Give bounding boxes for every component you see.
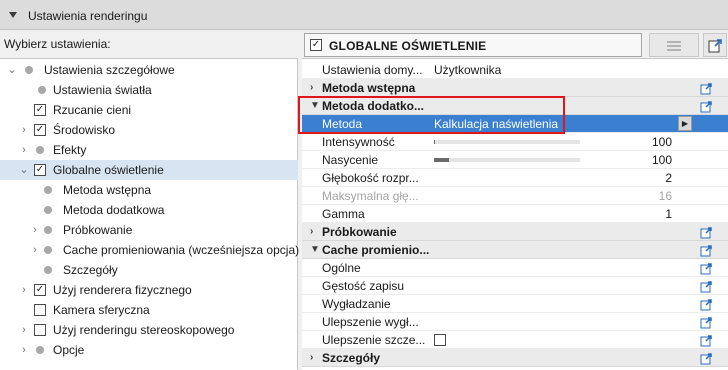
prop-row-saturation[interactable]: Nasycenie 100: [302, 151, 728, 169]
tree-item-irradiance-cache[interactable]: › Cache promieniowania (wcześniejsza opc…: [0, 240, 299, 260]
global-illumination-checkbox[interactable]: ✓: [34, 164, 46, 176]
preset-selector[interactable]: ✓ GLOBALNE OŚWIETLENIE: [304, 33, 642, 57]
physical-renderer-checkbox[interactable]: ✓: [34, 284, 46, 296]
prop-row-default-settings[interactable]: Ustawienia domy... Użytkownika: [302, 61, 728, 79]
method-value[interactable]: Kalkulacja naświetlenia: [434, 115, 558, 133]
tree-item-shadows[interactable]: ✓ Rzucanie cieni: [0, 100, 298, 120]
expand-arrow-icon[interactable]: ›: [19, 140, 29, 160]
preset-title: GLOBALNE OŚWIETLENIE: [329, 39, 487, 53]
prop-row-record-density[interactable]: Gęstość zapisu: [302, 277, 728, 295]
rendering-settings-header[interactable]: Ustawienia renderingu: [0, 0, 728, 30]
shadows-checkbox[interactable]: ✓: [34, 104, 46, 116]
spherical-camera-checkbox[interactable]: [34, 304, 46, 316]
environment-checkbox[interactable]: ✓: [34, 124, 46, 136]
section-secondary-method[interactable]: ▼ Metoda dodatko...: [302, 97, 728, 115]
export-icon: [708, 39, 722, 53]
bullet-icon: [36, 346, 44, 354]
bullet-icon: [44, 206, 52, 214]
bullet-icon: [44, 246, 52, 254]
chevron-right-icon[interactable]: ▶: [678, 116, 692, 131]
tree-item-options[interactable]: › Opcje: [0, 340, 298, 360]
bullet-icon: [44, 226, 52, 234]
tree-item-detailed-settings[interactable]: ⌄ Ustawienia szczegółowe: [0, 60, 298, 80]
section-sampling[interactable]: › Próbkowanie: [302, 223, 728, 241]
prop-row-max-depth: Maksymalna głę... 16: [302, 187, 728, 205]
tree-item-secondary-method[interactable]: Metoda dodatkowa: [0, 200, 298, 220]
header-title: Ustawienia renderingu: [28, 9, 148, 23]
bullet-icon: [44, 186, 52, 194]
bullet-icon: [44, 266, 52, 274]
preset-checkbox[interactable]: ✓: [310, 39, 322, 51]
export-settings-button[interactable]: [703, 33, 727, 57]
tree-item-environment[interactable]: › ✓ Środowisko: [0, 120, 298, 140]
expand-arrow-icon[interactable]: ›: [310, 349, 320, 367]
export-preset-icon[interactable]: [698, 314, 714, 330]
bullet-icon: [36, 146, 44, 154]
export-preset-icon[interactable]: [698, 296, 714, 312]
export-preset-icon[interactable]: [698, 80, 714, 96]
expand-arrow-icon[interactable]: ›: [310, 79, 320, 97]
list-view-button[interactable]: [649, 33, 699, 57]
detail-enhance-checkbox[interactable]: [434, 334, 446, 346]
prop-row-diffuse-depth[interactable]: Głębokość rozpr... 2: [302, 169, 728, 187]
settings-tree: ⌄ Ustawienia szczegółowe Ustawienia świa…: [0, 58, 299, 370]
section-irradiance-cache[interactable]: ▼ Cache promienio...: [302, 241, 728, 259]
prop-row-detail-enhance[interactable]: Ulepszenie szcze...: [302, 331, 728, 349]
export-preset-icon[interactable]: [698, 242, 714, 258]
tree-item-global-illumination[interactable]: ⌄ ✓ Globalne oświetlenie: [0, 160, 298, 180]
export-preset-icon[interactable]: [698, 350, 714, 366]
section-primary-method[interactable]: › Metoda wstępna: [302, 79, 728, 97]
tree-item-primary-method[interactable]: Metoda wstępna: [0, 180, 298, 200]
prop-row-gamma[interactable]: Gamma 1: [302, 205, 728, 223]
stereoscopic-checkbox[interactable]: [34, 324, 46, 336]
tree-item-details[interactable]: Szczegóły: [0, 260, 298, 280]
prop-row-method[interactable]: Metoda Kalkulacja naświetlenia ▶: [302, 115, 728, 133]
tree-item-light-settings[interactable]: Ustawienia światła: [0, 80, 298, 100]
expand-arrow-icon[interactable]: ›: [19, 280, 29, 300]
section-details[interactable]: › Szczegóły: [302, 349, 728, 367]
export-preset-icon[interactable]: [698, 278, 714, 294]
expand-arrow-icon[interactable]: ⌄: [19, 160, 29, 180]
tree-item-physical-renderer[interactable]: › ✓ Użyj renderera fizycznego: [0, 280, 298, 300]
prop-row-intensity[interactable]: Intensywność 100: [302, 133, 728, 151]
export-preset-icon[interactable]: [698, 224, 714, 240]
tree-item-sampling[interactable]: › Próbkowanie: [0, 220, 298, 240]
tree-item-effects[interactable]: › Efekty: [0, 140, 298, 160]
expand-arrow-icon[interactable]: ›: [19, 320, 29, 340]
tree-item-stereoscopic[interactable]: › Użyj renderingu stereoskopowego: [0, 320, 298, 340]
export-preset-icon[interactable]: [698, 332, 714, 348]
expand-arrow-icon[interactable]: ›: [19, 340, 29, 360]
collapse-triangle-icon[interactable]: [9, 12, 17, 18]
export-preset-icon[interactable]: [698, 260, 714, 276]
bullet-icon: [38, 86, 46, 94]
tree-item-spherical-camera[interactable]: Kamera sferyczna: [0, 300, 298, 320]
choose-settings-label: Wybierz ustawienia:: [4, 37, 111, 51]
collapse-arrow-icon[interactable]: ▼: [310, 241, 320, 259]
prop-row-general[interactable]: Ogólne: [302, 259, 728, 277]
expand-arrow-icon[interactable]: ›: [310, 223, 320, 241]
expand-arrow-icon[interactable]: ›: [30, 240, 40, 260]
expand-arrow-icon[interactable]: ›: [19, 120, 29, 140]
expand-arrow-icon[interactable]: ›: [30, 220, 40, 240]
export-preset-icon[interactable]: [698, 98, 714, 114]
preset-toolbar: ✓ GLOBALNE OŚWIETLENIE: [302, 31, 728, 57]
prop-row-smoothing-enhance[interactable]: Ulepszenie wygł...: [302, 313, 728, 331]
bullet-icon: [25, 66, 33, 74]
expand-arrow-icon[interactable]: ⌄: [7, 60, 17, 80]
collapse-arrow-icon[interactable]: ▼: [310, 97, 320, 115]
intensity-slider[interactable]: [434, 140, 580, 144]
prop-row-smoothing[interactable]: Wygładzanie: [302, 295, 728, 313]
property-grid: Ustawienia domy... Użytkownika › Metoda …: [302, 58, 728, 370]
saturation-slider[interactable]: [434, 158, 580, 162]
